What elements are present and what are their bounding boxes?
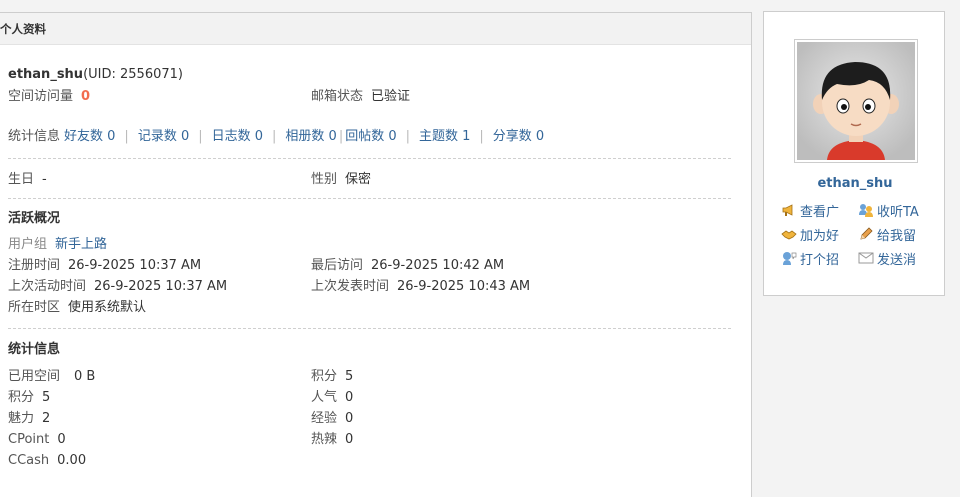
divider xyxy=(8,198,731,199)
charm-value: 2 xyxy=(42,411,51,426)
last-active-label: 上次活动时间 xyxy=(8,279,87,294)
panel-header: 个人资料 xyxy=(0,13,751,45)
follow-users-icon xyxy=(858,204,873,217)
replies-count-link[interactable]: 回帖数 0 xyxy=(345,129,396,144)
register-value: 26-9-2025 10:37 AM xyxy=(68,258,202,273)
credits-value-right: 5 xyxy=(345,369,354,384)
space-label: 已用空间 xyxy=(8,369,61,384)
birthday-label: 生日 xyxy=(8,172,35,187)
greet-button[interactable]: 打个招 xyxy=(781,246,854,270)
last-post-value: 26-9-2025 10:43 AM xyxy=(397,279,531,294)
group-label: 用户组 xyxy=(8,237,48,252)
ccash-value: 0.00 xyxy=(57,453,87,468)
email-label: 邮箱状态 xyxy=(311,89,364,104)
stats-links: 统计信息 好友数 0 | 记录数 0 | 日志数 0 | 相册数 0 | 回帖数 0 | 主题数 1 |… xyxy=(8,129,545,144)
shares-count-link[interactable]: 分享数 0 xyxy=(493,129,544,144)
send-message-button[interactable]: 发送消 xyxy=(858,246,931,270)
divider xyxy=(8,158,731,159)
popularity-label: 人气 xyxy=(311,390,338,405)
timezone-value: 使用系统默认 xyxy=(68,300,147,315)
gender-label: 性别 xyxy=(311,172,338,187)
email-value: 已验证 xyxy=(371,89,411,104)
visits-label: 空间访问量 xyxy=(8,89,74,104)
user-actions: 查看广 收听TA 加为好 给我留 打个招 发送消 xyxy=(781,198,941,270)
uid: (UID: 2556071) xyxy=(83,67,183,82)
credits-label-left: 积分 xyxy=(8,390,35,405)
profile-panel: 个人资料 ethan_shu(UID: 2556071) 空间访问量 0 邮箱状态… xyxy=(0,12,752,497)
view-ads-button[interactable]: 查看广 xyxy=(781,198,854,222)
experience-value: 0 xyxy=(345,411,354,426)
ccash-label: CCash xyxy=(8,453,50,468)
handshake-icon xyxy=(781,230,797,240)
megaphone-icon xyxy=(782,204,793,216)
last-visit-value: 26-9-2025 10:42 AM xyxy=(371,258,505,273)
threads-count-link[interactable]: 主题数 1 xyxy=(419,129,470,144)
username-line: ethan_shu(UID: 2556071) xyxy=(8,67,731,82)
credits-value-left: 5 xyxy=(42,390,51,405)
hot-label: 热辣 xyxy=(311,432,338,447)
last-active-value: 26-9-2025 10:37 AM xyxy=(94,279,228,294)
avatar[interactable] xyxy=(794,39,918,163)
popularity-value: 0 xyxy=(345,390,354,405)
follow-button[interactable]: 收听TA xyxy=(858,198,931,222)
avatar-cartoon-icon xyxy=(797,42,915,160)
blogs-count-link[interactable]: 日志数 0 xyxy=(212,129,263,144)
register-label: 注册时间 xyxy=(8,258,61,273)
statistics-title: 统计信息 xyxy=(8,342,61,357)
cpoint-label: CPoint xyxy=(8,432,50,447)
charm-label: 魅力 xyxy=(8,411,35,426)
records-count-link[interactable]: 记录数 0 xyxy=(138,129,189,144)
last-post-label: 上次发表时间 xyxy=(311,279,390,294)
sidebar-username-link[interactable]: ethan_shu xyxy=(764,176,946,191)
credits-label-right: 积分 xyxy=(311,369,338,384)
experience-label: 经验 xyxy=(311,411,338,426)
gender-value: 保密 xyxy=(345,172,372,187)
birthday-value: - xyxy=(42,172,47,187)
greet-icon xyxy=(783,252,797,265)
stats-label: 统计信息 xyxy=(8,129,61,144)
envelope-icon xyxy=(858,252,874,264)
add-friend-button[interactable]: 加为好 xyxy=(781,222,854,246)
albums-count-link[interactable]: 相册数 0 xyxy=(285,129,336,144)
activity-title: 活跃概况 xyxy=(8,211,61,226)
last-visit-label: 最后访问 xyxy=(311,258,364,273)
hot-value: 0 xyxy=(345,432,354,447)
cpoint-value: 0 xyxy=(57,432,66,447)
visits-value: 0 xyxy=(81,89,91,104)
username: ethan_shu xyxy=(8,67,84,82)
pencil-icon xyxy=(860,227,873,240)
space-value: 0 B xyxy=(74,369,96,384)
timezone-label: 所在时区 xyxy=(8,300,61,315)
group-link[interactable]: 新手上路 xyxy=(55,237,107,252)
user-card: ethan_shu 查看广 收听TA 加为好 给我留 打个招 发送消 xyxy=(763,11,945,296)
friends-count-link[interactable]: 好友数 0 xyxy=(64,129,115,144)
divider xyxy=(8,328,731,329)
leave-message-button[interactable]: 给我留 xyxy=(858,222,931,246)
